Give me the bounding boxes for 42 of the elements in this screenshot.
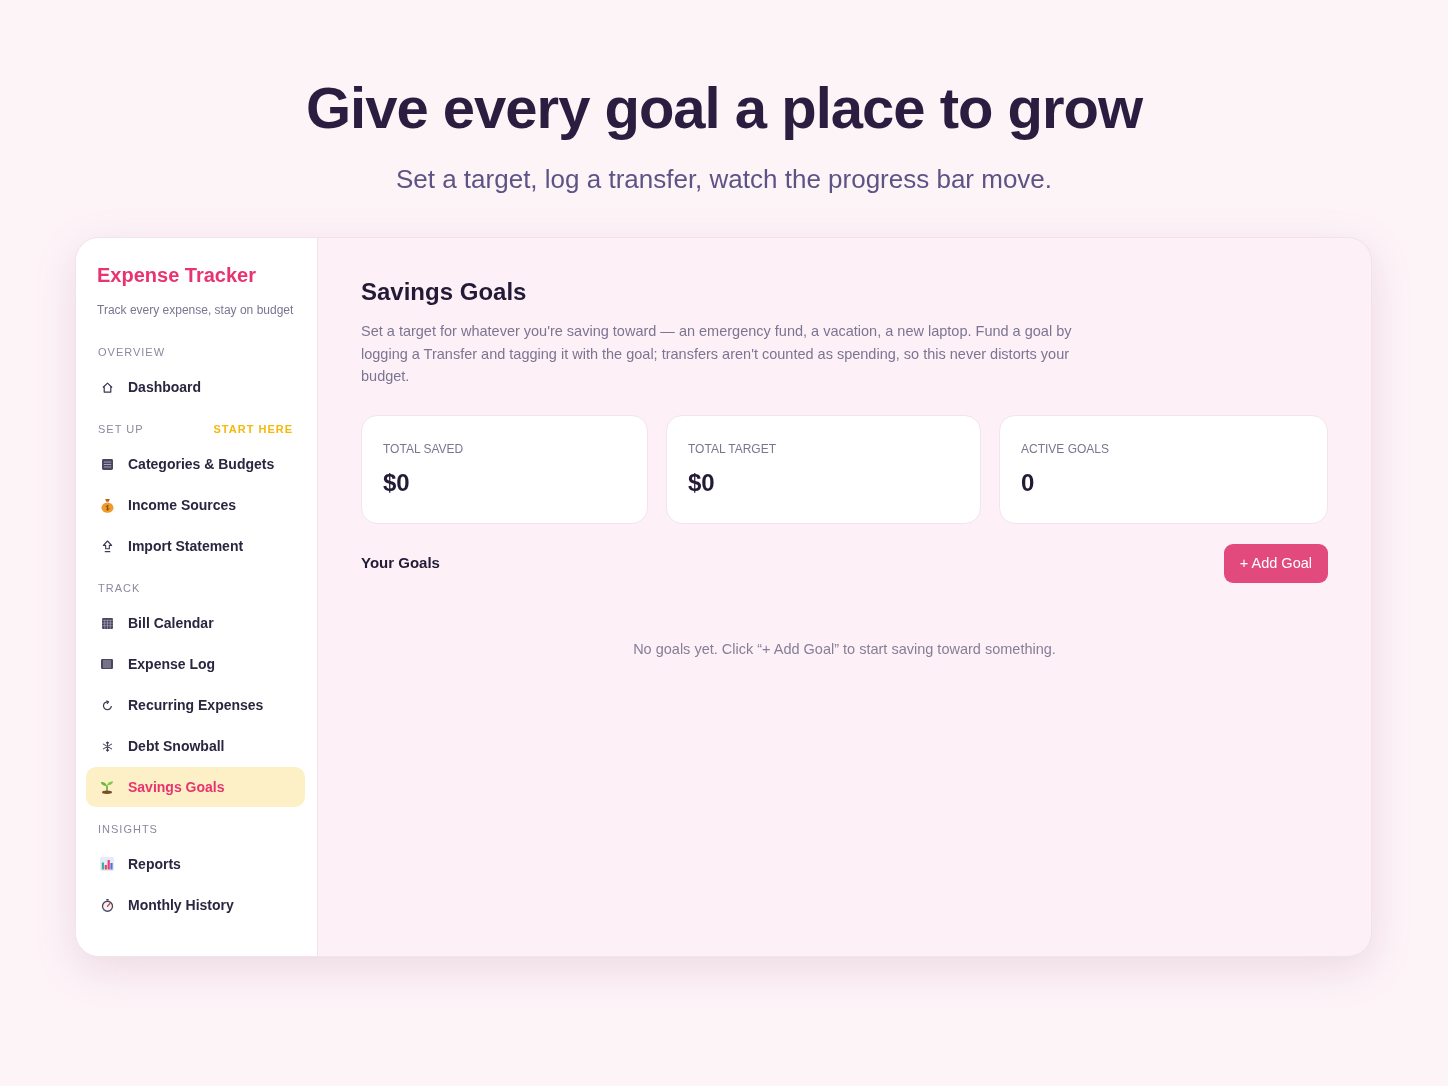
house-icon	[101, 381, 113, 393]
columns-icon	[101, 659, 113, 669]
nav-item[interactable]: Income Sources	[86, 485, 305, 525]
page-subtitle: Set a target, log a transfer, watch the progress bar move.	[395, 163, 1053, 196]
add-goal-button[interactable]: + Add Goal	[1223, 543, 1328, 583]
section-label: SET UP	[98, 422, 144, 436]
clock-icon	[100, 898, 114, 912]
nav-item[interactable]: Import Statement	[86, 526, 305, 566]
nav-item[interactable]: Monthly History	[86, 885, 305, 925]
page-title: Savings Goals	[361, 277, 527, 307]
nav-item[interactable]: Dashboard	[86, 367, 305, 407]
upload-icon	[101, 539, 113, 553]
section-heading: Your Goals	[361, 553, 440, 573]
seedling-icon	[100, 780, 114, 794]
bar-chart-icon	[100, 857, 114, 871]
stat-value: $0	[383, 467, 410, 498]
stat-value: 0	[1021, 467, 1035, 498]
stat-label: ACTIVE GOALS	[1021, 440, 1110, 457]
money-bag-icon	[100, 497, 114, 513]
stat-label: TOTAL TARGET	[688, 440, 776, 457]
nav-item[interactable]: Savings Goals	[86, 767, 305, 807]
nav-item[interactable]: Reports	[86, 844, 305, 884]
section-hint: START HERE	[213, 422, 293, 436]
calendar-icon	[101, 617, 113, 629]
refresh-icon	[101, 699, 113, 711]
stat-value: $0	[688, 467, 715, 498]
nav-item[interactable]: Bill Calendar	[86, 603, 305, 643]
page-description: Set a target for whatever you're saving toward — an emergency fund, a vacation, a new laptop. Fund a goal by logging a Transfer and tagging it with the goal; transfers aren't counted as spending, so this never distorts your budget.	[361, 322, 1073, 386]
stat-label: TOTAL SAVED	[383, 440, 464, 457]
snowflake-icon	[101, 740, 113, 752]
list-icon	[101, 458, 113, 470]
empty-state-message: No goals yet. Click “+ Add Goal” to start saving toward something.	[633, 640, 1056, 657]
app-tagline: Track every expense, stay on budget	[97, 302, 294, 318]
page-headline: Give every goal a place to grow	[305, 74, 1143, 142]
nav-item[interactable]: Debt Snowball	[86, 726, 305, 766]
section-label: INSIGHTS	[98, 822, 158, 836]
section-label: OVERVIEW	[98, 345, 166, 359]
section-label: TRACK	[98, 581, 141, 595]
nav-item[interactable]: Recurring Expenses	[86, 685, 305, 725]
nav-item[interactable]: Expense Log	[86, 644, 305, 684]
nav-item[interactable]: Categories & Budgets	[86, 444, 305, 484]
app-title: Expense Tracker	[97, 263, 256, 288]
